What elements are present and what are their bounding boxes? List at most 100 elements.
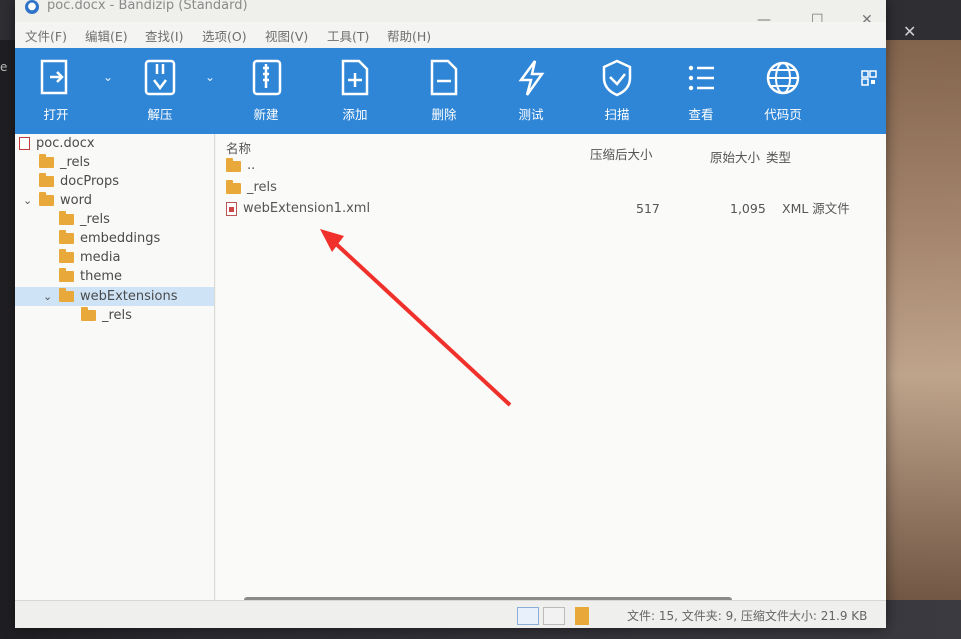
folder-icon bbox=[226, 179, 241, 194]
background-photo bbox=[878, 40, 961, 600]
tree-item-label: word bbox=[60, 193, 92, 208]
menu-find[interactable]: 查找(I) bbox=[145, 26, 183, 45]
codepage-button[interactable]: 代码页 bbox=[748, 58, 818, 130]
tree-item-webextensions[interactable]: ⌄ webExtensions bbox=[15, 287, 214, 306]
bandizip-window: ● poc.docx - Bandizip (Standard) — ☐ ✕ 文… bbox=[15, 0, 886, 628]
file-row-parent[interactable]: .. bbox=[226, 156, 255, 176]
expand-chevron-icon[interactable]: ⌄ bbox=[43, 287, 55, 306]
view-label: 查看 bbox=[688, 107, 714, 122]
tree-item-label: theme bbox=[80, 269, 122, 284]
tree-item-label: _rels bbox=[80, 212, 110, 227]
file-name: .. bbox=[247, 158, 256, 173]
tree-item-webext-rels[interactable]: _rels bbox=[81, 306, 132, 325]
add-button[interactable]: 添加 bbox=[320, 58, 390, 130]
file-name: webExtension1.xml bbox=[243, 201, 371, 216]
tree-item-poc-docx[interactable]: poc.docx bbox=[19, 134, 95, 153]
menu-help[interactable]: 帮助(H) bbox=[387, 26, 431, 45]
docx-file-icon bbox=[19, 137, 30, 150]
globe-icon bbox=[766, 61, 800, 95]
tree-item-label: webExtensions bbox=[80, 289, 178, 304]
tree-item-word-rels[interactable]: _rels bbox=[59, 210, 110, 229]
delete-button[interactable]: 删除 bbox=[409, 58, 479, 130]
original-size: 1,095 bbox=[730, 201, 766, 216]
column-header-name[interactable]: 名称 bbox=[226, 138, 251, 157]
background-close-icon[interactable]: ✕ bbox=[903, 22, 916, 41]
menu-bar: 文件(F) 编辑(E) 查找(I) 选项(O) 视图(V) 工具(T) 帮助(H… bbox=[15, 22, 886, 48]
file-name: _rels bbox=[247, 180, 277, 195]
tree-item-rels[interactable]: _rels bbox=[39, 153, 90, 172]
archive-info-icon[interactable] bbox=[575, 607, 589, 625]
test-icon bbox=[518, 60, 545, 96]
tree-item-label: poc.docx bbox=[36, 136, 95, 151]
folder-icon bbox=[59, 288, 74, 302]
delete-label: 删除 bbox=[431, 107, 457, 122]
test-button[interactable]: 测试 bbox=[496, 58, 566, 130]
toolbar: 打开 ⌄ 解压 ⌄ 新建 添加 删除 测试 扫描 查看 代码页 bbox=[15, 48, 886, 134]
extract-label: 解压 bbox=[147, 107, 173, 122]
add-file-icon bbox=[341, 59, 369, 96]
title-bar: ● poc.docx - Bandizip (Standard) — ☐ ✕ bbox=[15, 0, 886, 28]
view-button[interactable]: 查看 bbox=[666, 58, 736, 130]
folder-icon bbox=[226, 157, 241, 172]
file-list: 名称 压缩后大小 原始大小 类型 .. _rels webExtension1.… bbox=[216, 134, 886, 610]
background-side-label: e bbox=[0, 60, 8, 74]
tree-item-theme[interactable]: theme bbox=[59, 267, 122, 286]
codepage-label: 代码页 bbox=[764, 107, 802, 122]
folder-icon bbox=[59, 249, 74, 263]
open-button[interactable]: 打开 bbox=[21, 58, 91, 130]
thumbnail-view-icon[interactable] bbox=[543, 607, 565, 625]
file-row-webextension1[interactable]: webExtension1.xml 517 1,095 XML 源文件 bbox=[226, 199, 866, 219]
menu-options[interactable]: 选项(O) bbox=[202, 26, 247, 45]
status-bar: 文件: 15, 文件夹: 9, 压缩文件大小: 21.9 KB bbox=[15, 600, 886, 628]
column-header-compressed[interactable]: 压缩后大小 bbox=[590, 144, 653, 163]
extract-dropdown-icon[interactable]: ⌄ bbox=[205, 70, 215, 84]
details-view-icon[interactable] bbox=[517, 607, 539, 625]
tree-item-media[interactable]: media bbox=[59, 248, 121, 267]
tree-item-label: _rels bbox=[60, 155, 90, 170]
tree-item-label: media bbox=[80, 250, 121, 265]
xml-file-icon bbox=[226, 202, 237, 216]
extract-button[interactable]: 解压 bbox=[125, 58, 195, 130]
tree-item-label: _rels bbox=[102, 308, 132, 323]
menu-file[interactable]: 文件(F) bbox=[25, 26, 67, 45]
open-dropdown-icon[interactable]: ⌄ bbox=[103, 70, 113, 84]
file-row-rels[interactable]: _rels bbox=[226, 178, 277, 198]
scan-shield-icon bbox=[602, 59, 632, 97]
open-icon bbox=[40, 59, 68, 95]
view-list-icon bbox=[688, 65, 714, 91]
new-archive-icon bbox=[252, 59, 282, 96]
open-label: 打开 bbox=[43, 107, 69, 122]
menu-view[interactable]: 视图(V) bbox=[265, 26, 308, 45]
column-header-original[interactable]: 原始大小 bbox=[710, 147, 760, 166]
tree-item-label: embeddings bbox=[80, 231, 161, 246]
tree-item-embeddings[interactable]: embeddings bbox=[59, 229, 160, 248]
menu-tools[interactable]: 工具(T) bbox=[327, 26, 369, 45]
folder-icon bbox=[59, 211, 74, 225]
tree-item-docprops[interactable]: docProps bbox=[39, 172, 119, 191]
extract-icon bbox=[144, 59, 176, 96]
tree-item-word[interactable]: ⌄ word bbox=[23, 191, 92, 210]
bandizip-app-icon: ● bbox=[25, 0, 39, 14]
file-type: XML 源文件 bbox=[782, 201, 850, 216]
test-label: 测试 bbox=[518, 107, 544, 122]
compressed-size: 517 bbox=[636, 201, 660, 216]
expand-chevron-icon[interactable]: ⌄ bbox=[23, 191, 35, 210]
folder-icon bbox=[39, 154, 54, 168]
folder-icon bbox=[39, 192, 54, 206]
qr-settings-icon[interactable] bbox=[861, 70, 877, 86]
add-label: 添加 bbox=[342, 107, 368, 122]
folder-tree: poc.docx _rels docProps ⌄ word _rels emb… bbox=[15, 134, 215, 610]
tree-item-label: docProps bbox=[60, 174, 120, 189]
window-title: poc.docx - Bandizip (Standard) bbox=[47, 0, 248, 13]
folder-icon bbox=[81, 307, 96, 321]
delete-file-icon bbox=[430, 59, 458, 96]
status-text: 文件: 15, 文件夹: 9, 压缩文件大小: 21.9 KB bbox=[627, 609, 868, 623]
scan-button[interactable]: 扫描 bbox=[582, 58, 652, 130]
folder-icon bbox=[59, 230, 74, 244]
folder-icon bbox=[59, 268, 74, 282]
column-header-type[interactable]: 类型 bbox=[766, 147, 791, 166]
menu-edit[interactable]: 编辑(E) bbox=[85, 26, 128, 45]
new-archive-button[interactable]: 新建 bbox=[231, 58, 301, 130]
folder-icon bbox=[39, 173, 54, 187]
scan-label: 扫描 bbox=[604, 107, 630, 122]
